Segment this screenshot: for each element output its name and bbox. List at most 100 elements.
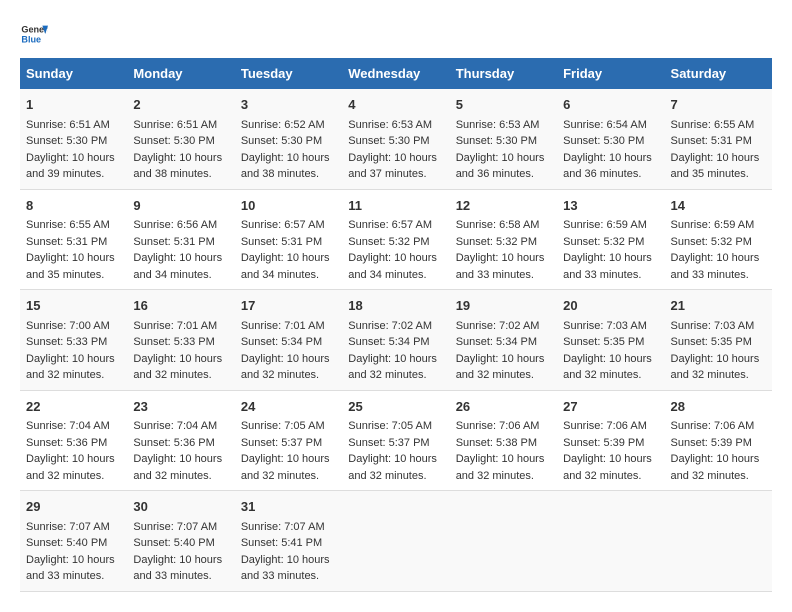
col-friday: Friday (557, 58, 664, 89)
table-row: 22Sunrise: 7:04 AMSunset: 5:36 PMDayligh… (20, 390, 127, 491)
sunset-text: Sunset: 5:30 PM (241, 135, 322, 147)
sunset-text: Sunset: 5:32 PM (456, 236, 537, 248)
sunrise-text: Sunrise: 6:53 AM (348, 119, 432, 131)
table-row: 28Sunrise: 7:06 AMSunset: 5:39 PMDayligh… (665, 390, 772, 491)
daylight-text: Daylight: 10 hours and 32 minutes. (133, 353, 222, 382)
day-number: 5 (456, 95, 551, 115)
sunset-text: Sunset: 5:31 PM (671, 135, 752, 147)
day-number: 26 (456, 397, 551, 417)
sunset-text: Sunset: 5:34 PM (241, 336, 322, 348)
sunset-text: Sunset: 5:35 PM (563, 336, 644, 348)
week-row-1: 1Sunrise: 6:51 AMSunset: 5:30 PMDaylight… (20, 89, 772, 189)
daylight-text: Daylight: 10 hours and 32 minutes. (26, 353, 115, 382)
sunrise-text: Sunrise: 6:59 AM (671, 219, 755, 231)
sunrise-text: Sunrise: 6:55 AM (671, 119, 755, 131)
daylight-text: Daylight: 10 hours and 34 minutes. (241, 252, 330, 281)
sunset-text: Sunset: 5:30 PM (26, 135, 107, 147)
day-number: 18 (348, 296, 443, 316)
col-wednesday: Wednesday (342, 58, 449, 89)
sunset-text: Sunset: 5:39 PM (671, 437, 752, 449)
col-thursday: Thursday (450, 58, 557, 89)
sunset-text: Sunset: 5:31 PM (241, 236, 322, 248)
sunrise-text: Sunrise: 7:03 AM (563, 320, 647, 332)
table-row: 14Sunrise: 6:59 AMSunset: 5:32 PMDayligh… (665, 189, 772, 290)
svg-text:Blue: Blue (21, 34, 41, 44)
sunrise-text: Sunrise: 7:01 AM (241, 320, 325, 332)
daylight-text: Daylight: 10 hours and 32 minutes. (563, 453, 652, 482)
day-number: 12 (456, 196, 551, 216)
table-row: 21Sunrise: 7:03 AMSunset: 5:35 PMDayligh… (665, 290, 772, 391)
daylight-text: Daylight: 10 hours and 36 minutes. (456, 152, 545, 181)
daylight-text: Daylight: 10 hours and 33 minutes. (241, 554, 330, 583)
week-row-5: 29Sunrise: 7:07 AMSunset: 5:40 PMDayligh… (20, 491, 772, 592)
day-number: 23 (133, 397, 228, 417)
daylight-text: Daylight: 10 hours and 35 minutes. (26, 252, 115, 281)
day-number: 11 (348, 196, 443, 216)
day-number: 1 (26, 95, 121, 115)
calendar-table: Sunday Monday Tuesday Wednesday Thursday… (20, 58, 772, 592)
daylight-text: Daylight: 10 hours and 32 minutes. (456, 353, 545, 382)
day-number: 10 (241, 196, 336, 216)
table-row: 30Sunrise: 7:07 AMSunset: 5:40 PMDayligh… (127, 491, 234, 592)
table-row: 31Sunrise: 7:07 AMSunset: 5:41 PMDayligh… (235, 491, 342, 592)
daylight-text: Daylight: 10 hours and 37 minutes. (348, 152, 437, 181)
daylight-text: Daylight: 10 hours and 32 minutes. (456, 453, 545, 482)
day-number: 30 (133, 497, 228, 517)
table-row: 7Sunrise: 6:55 AMSunset: 5:31 PMDaylight… (665, 89, 772, 189)
sunset-text: Sunset: 5:30 PM (563, 135, 644, 147)
daylight-text: Daylight: 10 hours and 39 minutes. (26, 152, 115, 181)
sunset-text: Sunset: 5:37 PM (241, 437, 322, 449)
sunrise-text: Sunrise: 7:02 AM (456, 320, 540, 332)
table-row: 23Sunrise: 7:04 AMSunset: 5:36 PMDayligh… (127, 390, 234, 491)
sunrise-text: Sunrise: 7:01 AM (133, 320, 217, 332)
day-number: 21 (671, 296, 766, 316)
daylight-text: Daylight: 10 hours and 32 minutes. (671, 453, 760, 482)
daylight-text: Daylight: 10 hours and 34 minutes. (133, 252, 222, 281)
logo: General Blue (20, 20, 48, 48)
week-row-2: 8Sunrise: 6:55 AMSunset: 5:31 PMDaylight… (20, 189, 772, 290)
sunset-text: Sunset: 5:33 PM (133, 336, 214, 348)
daylight-text: Daylight: 10 hours and 33 minutes. (563, 252, 652, 281)
sunrise-text: Sunrise: 6:57 AM (241, 219, 325, 231)
sunset-text: Sunset: 5:34 PM (348, 336, 429, 348)
daylight-text: Daylight: 10 hours and 36 minutes. (563, 152, 652, 181)
table-row: 6Sunrise: 6:54 AMSunset: 5:30 PMDaylight… (557, 89, 664, 189)
sunset-text: Sunset: 5:30 PM (456, 135, 537, 147)
sunset-text: Sunset: 5:35 PM (671, 336, 752, 348)
table-row (665, 491, 772, 592)
table-row: 27Sunrise: 7:06 AMSunset: 5:39 PMDayligh… (557, 390, 664, 491)
sunrise-text: Sunrise: 6:56 AM (133, 219, 217, 231)
sunrise-text: Sunrise: 6:54 AM (563, 119, 647, 131)
sunrise-text: Sunrise: 7:02 AM (348, 320, 432, 332)
table-row: 10 Sunrise: 6:57 AM Sunset: 5:31 PM Dayligh… (235, 189, 342, 290)
daylight-text: Daylight: 10 hours and 33 minutes. (456, 252, 545, 281)
day-number: 27 (563, 397, 658, 417)
sunrise-text: Sunrise: 6:53 AM (456, 119, 540, 131)
day-number: 14 (671, 196, 766, 216)
sunrise-text: Sunrise: 6:52 AM (241, 119, 325, 131)
table-row: 24Sunrise: 7:05 AMSunset: 5:37 PMDayligh… (235, 390, 342, 491)
day-number: 9 (133, 196, 228, 216)
day-number: 24 (241, 397, 336, 417)
table-row: 8Sunrise: 6:55 AMSunset: 5:31 PMDaylight… (20, 189, 127, 290)
table-row: 19Sunrise: 7:02 AMSunset: 5:34 PMDayligh… (450, 290, 557, 391)
sunrise-text: Sunrise: 6:59 AM (563, 219, 647, 231)
daylight-text: Daylight: 10 hours and 32 minutes. (348, 353, 437, 382)
day-number: 29 (26, 497, 121, 517)
daylight-text: Daylight: 10 hours and 32 minutes. (241, 353, 330, 382)
daylight-text: Daylight: 10 hours and 38 minutes. (241, 152, 330, 181)
daylight-text: Daylight: 10 hours and 32 minutes. (563, 353, 652, 382)
day-number: 31 (241, 497, 336, 517)
daylight-text: Daylight: 10 hours and 32 minutes. (26, 453, 115, 482)
sunrise-text: Sunrise: 7:05 AM (348, 420, 432, 432)
daylight-text: Daylight: 10 hours and 32 minutes. (241, 453, 330, 482)
daylight-text: Daylight: 10 hours and 32 minutes. (133, 453, 222, 482)
sunrise-text: Sunrise: 7:04 AM (26, 420, 110, 432)
table-row: 16Sunrise: 7:01 AMSunset: 5:33 PMDayligh… (127, 290, 234, 391)
sunrise-text: Sunrise: 7:07 AM (241, 521, 325, 533)
day-number: 25 (348, 397, 443, 417)
table-row: 29Sunrise: 7:07 AMSunset: 5:40 PMDayligh… (20, 491, 127, 592)
sunset-text: Sunset: 5:38 PM (456, 437, 537, 449)
sunrise-text: Sunrise: 7:04 AM (133, 420, 217, 432)
daylight-text: Daylight: 10 hours and 32 minutes. (348, 453, 437, 482)
